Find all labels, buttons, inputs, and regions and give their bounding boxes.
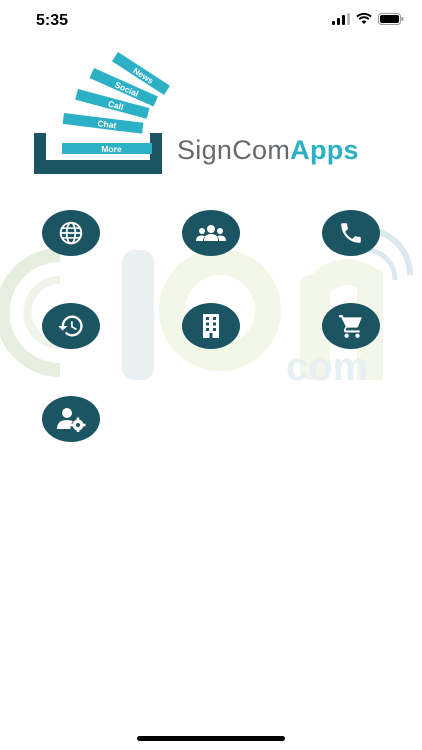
logo-stripe: Chat [62, 113, 144, 134]
history-button[interactable] [42, 303, 100, 349]
watermark-com: com [286, 345, 368, 389]
history-icon [58, 315, 83, 337]
logo-stripe: More [62, 143, 152, 154]
group-icon [196, 225, 226, 241]
battery-icon [378, 13, 404, 25]
call-button[interactable] [322, 210, 380, 256]
company-button[interactable] [182, 303, 240, 349]
brand-name-part1: SignCom [177, 135, 291, 165]
logo-graphic: NewsSocialCallChatMore [34, 52, 170, 174]
wifi-icon [356, 13, 372, 24]
status-icons [332, 13, 404, 25]
signal-icon [332, 13, 350, 25]
brand-name-part2: Apps [290, 135, 359, 165]
cart-button[interactable] [322, 303, 380, 349]
groups-button[interactable] [182, 210, 240, 256]
cart-icon [339, 315, 362, 338]
building-icon [203, 314, 219, 338]
status-time: 5:35 [36, 12, 69, 29]
app-logo: News Social Call Chat More SignComApps [32, 40, 412, 190]
logo-stripe-label: More [101, 144, 122, 154]
status-bar: 5:35 [0, 0, 422, 40]
logo-stripe-label: Call [107, 98, 125, 112]
globe-icon [59, 221, 83, 245]
user-settings-icon [57, 408, 86, 432]
logo-stripe-label: Social [113, 79, 140, 98]
user-settings-button[interactable] [42, 396, 100, 442]
globe-button[interactable] [42, 210, 100, 256]
home-indicator[interactable] [137, 736, 285, 741]
brand-name: SignComApps [177, 135, 359, 166]
logo-stripe-label: Chat [97, 118, 117, 130]
phone-icon [341, 223, 361, 243]
